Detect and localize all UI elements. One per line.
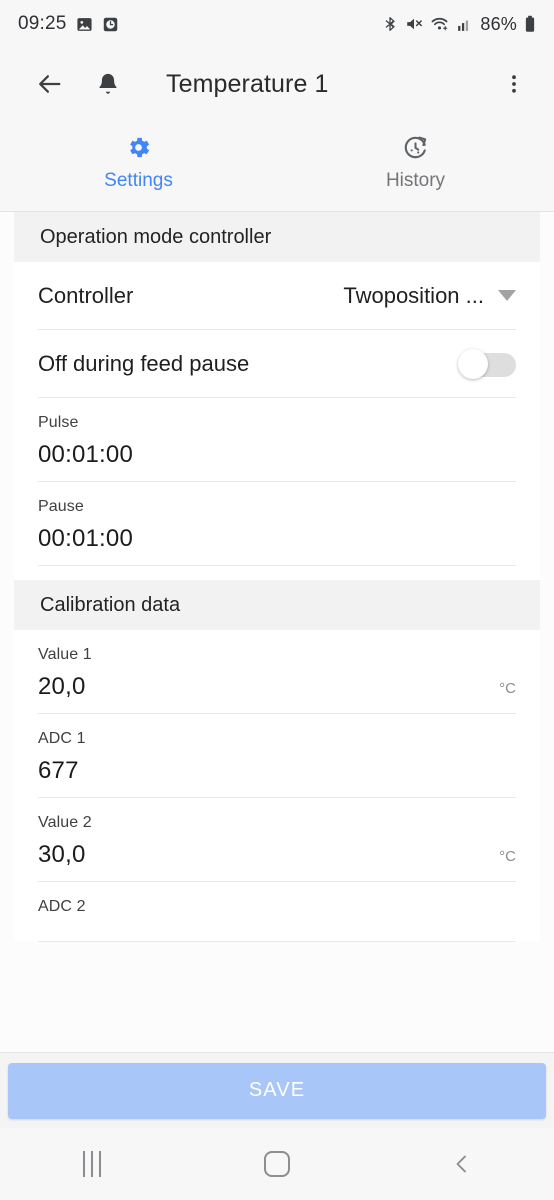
field-value-1-unit: °C [499, 680, 516, 697]
field-pause-value[interactable]: 00:01:00 [38, 525, 133, 553]
notifications-button[interactable] [86, 62, 130, 106]
switch-knob [458, 348, 488, 379]
field-adc-2-valuerow [38, 925, 516, 929]
field-pulse-label: Pulse [38, 414, 79, 431]
tab-settings-label: Settings [104, 170, 173, 191]
field-value-1-valuerow: 20,0 °C [38, 673, 516, 701]
status-bar: 09:25 86% [0, 0, 554, 48]
app-bar: Temperature 1 [0, 48, 554, 120]
cellular-signal-icon [456, 16, 473, 33]
row-off-during-feed-pause-label: Off during feed pause [38, 350, 250, 376]
tab-bar: Settings History [0, 120, 554, 212]
field-value-2-valuerow: 30,0 °C [38, 841, 516, 869]
field-pause[interactable]: Pause 00:01:00 [38, 482, 516, 566]
field-value-2[interactable]: Value 2 30,0 °C [38, 798, 516, 882]
phone-screen: 09:25 86% Temperature 1 Settings History… [0, 0, 554, 1200]
more-vertical-icon [502, 72, 526, 96]
field-adc-2[interactable]: ADC 2 [38, 882, 516, 942]
off-during-feed-pause-switch[interactable] [458, 348, 516, 379]
field-value-1-value[interactable]: 20,0 [38, 673, 86, 701]
bluetooth-icon [382, 15, 398, 33]
status-bar-right: 86% [382, 14, 536, 35]
history-timer-icon [402, 134, 429, 161]
controller-dropdown-value: Twoposition ... [343, 282, 484, 308]
field-value-2-label: Value 2 [38, 814, 92, 831]
field-adc-1-label: ADC 1 [38, 730, 86, 747]
field-adc-1-valuerow: 677 [38, 757, 516, 785]
overflow-menu-button[interactable] [492, 62, 536, 106]
settings-card: Operation mode controller Controller Two… [14, 212, 540, 942]
chevron-down-icon [498, 290, 516, 301]
field-adc-2-label: ADC 2 [38, 898, 86, 915]
gear-icon [125, 134, 152, 161]
arrow-left-icon [36, 70, 64, 98]
image-icon [76, 16, 93, 33]
wifi-icon [430, 15, 449, 33]
save-button[interactable]: SAVE [8, 1062, 546, 1119]
status-time: 09:25 [18, 13, 67, 34]
recents-icon [83, 1151, 102, 1177]
tab-history[interactable]: History [277, 120, 554, 192]
field-pause-label: Pause [38, 498, 84, 515]
save-bar: SAVE [0, 1052, 554, 1128]
field-pulse[interactable]: Pulse 00:01:00 [38, 398, 516, 482]
field-value-2-value[interactable]: 30,0 [38, 841, 86, 869]
field-pulse-value[interactable]: 00:01:00 [38, 441, 133, 469]
status-bar-left: 09:25 [18, 13, 119, 35]
page-title: Temperature 1 [166, 69, 329, 98]
bell-icon [95, 71, 121, 97]
controller-dropdown[interactable]: Twoposition ... [343, 283, 516, 309]
home-icon [264, 1151, 290, 1177]
field-pulse-valuerow: 00:01:00 [38, 441, 516, 469]
mute-icon [405, 15, 423, 33]
nav-back-button[interactable] [369, 1152, 554, 1176]
settings-scroll-area[interactable]: Operation mode controller Controller Two… [0, 212, 554, 1052]
section-spacer [14, 566, 540, 580]
android-nav-bar [0, 1128, 554, 1200]
nav-recents-button[interactable] [0, 1151, 185, 1177]
back-button[interactable] [28, 62, 72, 106]
field-value-1-label: Value 1 [38, 646, 92, 663]
alarm-icon [102, 16, 119, 33]
field-value-2-unit: °C [499, 848, 516, 865]
field-adc-1-value[interactable]: 677 [38, 757, 79, 785]
tab-history-label: History [385, 170, 446, 191]
row-off-during-feed-pause[interactable]: Off during feed pause [38, 330, 516, 398]
section-header-calibration-data: Calibration data [14, 580, 540, 630]
field-adc-1[interactable]: ADC 1 677 [38, 714, 516, 798]
nav-home-button[interactable] [185, 1151, 370, 1177]
section-header-operation-mode: Operation mode controller [14, 212, 540, 262]
battery-percent: 86% [480, 13, 517, 34]
back-chevron-icon [450, 1152, 474, 1176]
tab-settings[interactable]: Settings [0, 120, 277, 192]
field-pause-valuerow: 00:01:00 [38, 525, 516, 553]
field-value-1[interactable]: Value 1 20,0 °C [38, 630, 516, 714]
row-controller[interactable]: Controller Twoposition ... [38, 262, 516, 330]
battery-icon [524, 15, 536, 33]
row-controller-label: Controller [38, 282, 134, 308]
